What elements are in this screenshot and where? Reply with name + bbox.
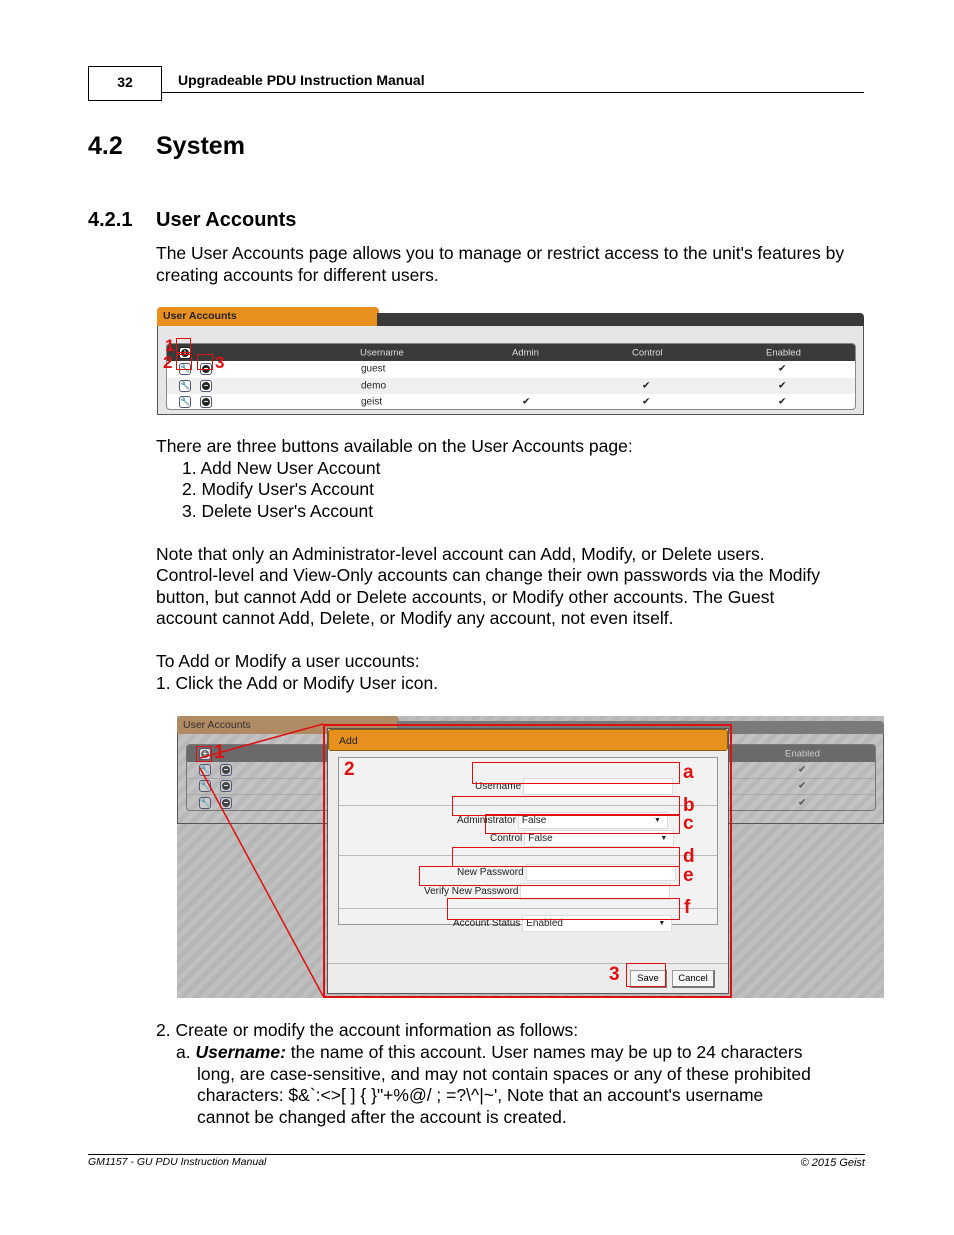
page-number: 32 (88, 66, 162, 101)
callout-box-control (485, 814, 680, 834)
tab-bar (377, 313, 864, 326)
callout-label-2: 2 (344, 759, 355, 780)
buttons-list-item: 2. Modify User's Account (182, 479, 375, 499)
column-header-control: Control (632, 347, 663, 358)
step-2a-text: the name of this account. User names may… (285, 1042, 803, 1062)
section-heading: 4.2 System (88, 132, 245, 161)
step-2a-prefix: a. (176, 1042, 196, 1062)
enabled-cell: ✔ (778, 396, 787, 408)
control-cell: ✔ (642, 380, 651, 392)
footer-copyright: © 2015 Geist (800, 1157, 865, 1169)
wrench-icon: 🔧 (180, 397, 190, 407)
step-2a-line: cannot be changed after the account is c… (197, 1107, 567, 1127)
manual-title: Upgradeable PDU Instruction Manual (178, 72, 425, 88)
modify-user-button[interactable]: 🔧 (179, 379, 191, 392)
callout-box-modify (176, 354, 192, 370)
user-accounts-table: + Username Admin Control Enabled 🔧 − gue… (166, 343, 856, 410)
callout-label-3: 3 (609, 964, 620, 985)
delete-user-button[interactable]: − (200, 396, 212, 409)
buttons-list-item: 3. Delete User's Account (182, 501, 374, 521)
step-2a-term: Username: (195, 1042, 286, 1062)
callout-label-a: a (683, 762, 694, 783)
add-user-screenshot: User Accounts + Enabled 🔧 − ✔ 🔧 − ✔ 🔧 − … (177, 716, 884, 998)
enabled-cell: ✔ (778, 380, 787, 392)
note-line: account cannot Add, Delete, or Modify an… (156, 608, 674, 628)
table-row: 🔧 − geist ✔ ✔ ✔ (167, 394, 855, 409)
callout-box-account-status (447, 898, 680, 920)
callout-box-save (626, 963, 666, 987)
wrench-icon: 🔧 (180, 380, 190, 390)
subsection-title: User Accounts (156, 209, 297, 231)
footer-divider (88, 1154, 865, 1155)
callout-label-3: 3 (215, 353, 225, 372)
callout-box-new-password (452, 847, 680, 867)
username-cell: geist (361, 396, 383, 408)
callout-box-add (196, 746, 212, 762)
user-accounts-tab: User Accounts (157, 307, 379, 326)
control-cell: ✔ (642, 396, 651, 408)
username-cell: guest (361, 363, 386, 375)
callout-label-c: c (683, 813, 694, 834)
callout-label-f: f (684, 897, 691, 918)
callout-box-verify-password (419, 866, 680, 886)
modify-user-button[interactable]: 🔧 (179, 396, 191, 409)
buttons-intro: There are three buttons available on the… (156, 436, 633, 456)
callout-label-e: e (683, 865, 694, 886)
step-2a-line: characters: $&`:<>[ ] { }"+%@/ ; =?\^|~'… (197, 1085, 764, 1105)
column-header-admin: Admin (512, 347, 539, 358)
callout-box-username (472, 762, 680, 784)
user-accounts-panel: + Username Admin Control Enabled 🔧 − gue… (157, 326, 864, 415)
callout-box-administrator (452, 796, 680, 816)
user-accounts-screenshot: User Accounts + Username Admin Control E… (157, 307, 864, 415)
minus-circle-icon: − (202, 380, 210, 390)
footer-document-id: GM1157 - GU PDU Instruction Manual (88, 1156, 267, 1168)
callout-box-delete (197, 354, 213, 370)
intro-paragraph: The User Accounts page allows you to man… (156, 243, 845, 285)
step-2a-line: long, are case-sensitive, and may not co… (197, 1064, 811, 1084)
enabled-cell: ✔ (778, 363, 787, 375)
admin-cell: ✔ (522, 396, 531, 408)
column-header-username: Username (360, 347, 404, 358)
steps-intro: To Add or Modify a user uccounts: (156, 651, 420, 671)
callout-box-add (176, 338, 191, 353)
section-number: 4.2 (88, 132, 123, 160)
buttons-list-item: 1. Add New User Account (182, 458, 381, 478)
callout-label-1: 1 (214, 742, 225, 763)
table-header: + Username Admin Control Enabled (167, 344, 855, 361)
table-row: 🔧 − guest ✔ (167, 361, 855, 378)
callout-line (199, 767, 324, 997)
step-2-intro: 2. Create or modify the account informat… (156, 1020, 579, 1040)
delete-user-button[interactable]: − (200, 379, 212, 392)
page-number-text: 32 (117, 73, 133, 90)
table-row: 🔧 − demo ✔ ✔ (167, 377, 855, 394)
step-2a-line: a. Username: the name of this account. U… (156, 1042, 868, 1064)
column-header-enabled: Enabled (766, 347, 801, 358)
minus-circle-icon: − (202, 397, 210, 407)
header-divider (162, 92, 864, 93)
username-cell: demo (361, 380, 387, 392)
subsection-number: 4.2.1 (88, 209, 133, 231)
note-line: Note that only an Administrator-level ac… (156, 544, 765, 564)
subsection-heading: 4.2.1 User Accounts (88, 209, 296, 232)
note-line: Control-level and View-Only accounts can… (156, 565, 821, 585)
section-title: System (156, 132, 245, 160)
step-1: 1. Click the Add or Modify User icon. (156, 673, 439, 693)
note-line: button, but cannot Add or Delete account… (156, 587, 775, 607)
callout-label-2: 2 (163, 353, 173, 372)
